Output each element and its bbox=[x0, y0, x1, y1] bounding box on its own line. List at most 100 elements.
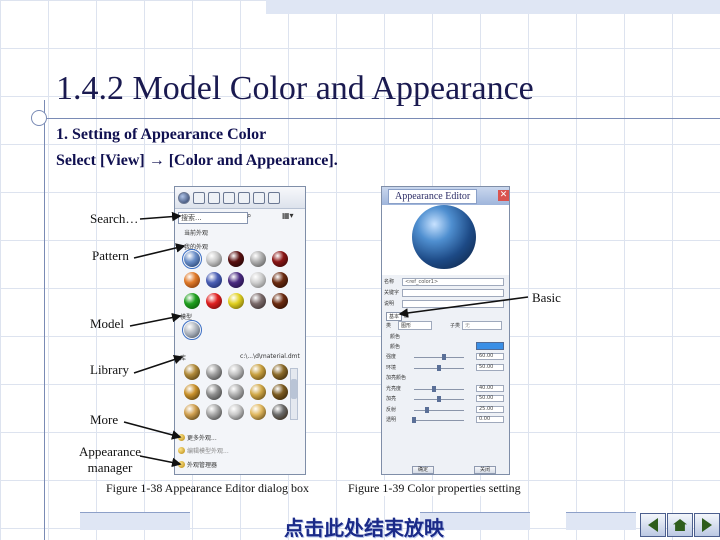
library-swatch[interactable] bbox=[206, 364, 222, 380]
color-section-label: 颜色 bbox=[390, 334, 401, 340]
appearance-icon[interactable] bbox=[268, 191, 280, 204]
library-swatch[interactable] bbox=[272, 364, 288, 380]
property-slider-row: 透明 0.00 bbox=[386, 416, 506, 424]
close-button[interactable]: 关闭 bbox=[474, 466, 496, 474]
library-swatch[interactable] bbox=[250, 404, 266, 420]
home-button[interactable] bbox=[667, 513, 693, 537]
view-icon[interactable] bbox=[238, 191, 250, 204]
appearance-swatch[interactable] bbox=[182, 249, 202, 269]
library-swatch[interactable] bbox=[272, 404, 288, 420]
class-dropdown[interactable]: 图形 bbox=[398, 321, 432, 330]
property-slider-track[interactable] bbox=[414, 420, 464, 421]
manager-icon bbox=[178, 461, 185, 468]
tab-basic[interactable]: 基本 bbox=[386, 312, 403, 321]
library-swatch[interactable] bbox=[206, 384, 222, 400]
property-slider-track[interactable] bbox=[414, 388, 464, 390]
appearance-swatch[interactable] bbox=[272, 251, 288, 267]
gallery-search-input[interactable]: 搜索... bbox=[178, 212, 248, 224]
options-icon[interactable]: ▦▾ bbox=[282, 211, 294, 220]
property-slider-track[interactable] bbox=[414, 357, 464, 358]
decor-vertical-line bbox=[44, 100, 45, 540]
property-slider-knob[interactable] bbox=[437, 396, 441, 402]
description-input[interactable] bbox=[402, 300, 504, 308]
library-swatch[interactable] bbox=[206, 404, 222, 420]
property-value-input[interactable]: 50.00 bbox=[476, 363, 504, 371]
property-value-input[interactable]: 0.00 bbox=[476, 416, 504, 423]
appearance-swatch[interactable] bbox=[184, 293, 200, 309]
property-slider-knob[interactable] bbox=[442, 354, 446, 360]
appearance-swatch[interactable] bbox=[250, 272, 266, 288]
zoom-out-icon[interactable] bbox=[208, 191, 220, 204]
caption-figure-1-38: Figure 1-38 Appearance Editor dialog box bbox=[106, 481, 309, 495]
edit-model-appearance-item[interactable]: 编辑模型外观... bbox=[178, 446, 229, 455]
property-value-input[interactable]: 50.00 bbox=[476, 395, 504, 402]
subclass-label: 子类 bbox=[450, 323, 461, 329]
library-swatch[interactable] bbox=[184, 384, 200, 400]
label-basic: Basic bbox=[532, 290, 561, 305]
subclass-dropdown[interactable]: 无 bbox=[462, 321, 502, 330]
zoom-in-icon[interactable] bbox=[193, 191, 205, 204]
property-slider-track[interactable] bbox=[414, 409, 464, 411]
library-file-dropdown[interactable]: c:\...\d\material.dmt bbox=[240, 353, 300, 360]
property-value-input[interactable]: 40.00 bbox=[476, 384, 504, 392]
model-sphere[interactable] bbox=[182, 320, 202, 340]
footer-decor-left bbox=[80, 512, 190, 530]
library-scrollbar[interactable] bbox=[290, 368, 298, 420]
label-appearance-manager-line1: Appearance bbox=[78, 444, 142, 459]
next-button[interactable] bbox=[694, 513, 720, 537]
property-slider-row: 反射 25.00 bbox=[386, 405, 506, 414]
ok-button[interactable]: 确定 bbox=[412, 466, 434, 474]
color-label: 颜色 bbox=[390, 344, 401, 350]
search-icon[interactable]: ⌕ bbox=[247, 211, 251, 221]
scope-dropdown[interactable]: 当前外观 bbox=[184, 228, 208, 237]
property-slider-knob[interactable] bbox=[432, 385, 436, 392]
appearance-swatch[interactable] bbox=[250, 251, 266, 267]
library-swatch[interactable] bbox=[184, 364, 200, 380]
appearance-swatch[interactable] bbox=[228, 251, 244, 267]
library-swatch[interactable] bbox=[184, 404, 200, 420]
property-slider-row: 加亮 50.00 bbox=[386, 395, 506, 403]
library-swatch[interactable] bbox=[272, 384, 288, 400]
property-slider-knob[interactable] bbox=[437, 364, 441, 371]
section-library: 库 bbox=[180, 355, 187, 362]
end-show-link[interactable]: 点击此处结束放映 bbox=[284, 512, 444, 540]
appearance-swatch[interactable] bbox=[272, 272, 288, 288]
property-slider-row: 环境 50.00 bbox=[386, 363, 506, 372]
close-icon[interactable]: ✕ bbox=[498, 190, 509, 201]
section-model: 模型 bbox=[180, 314, 193, 321]
library-swatch[interactable] bbox=[228, 404, 244, 420]
appearance-swatch[interactable] bbox=[184, 272, 200, 288]
keyword-input[interactable] bbox=[402, 289, 504, 297]
property-value-input[interactable]: 25.00 bbox=[476, 405, 504, 413]
appearance-swatch[interactable] bbox=[206, 272, 222, 288]
appearance-swatch[interactable] bbox=[272, 293, 288, 309]
property-slider-label: 加亮 bbox=[386, 396, 397, 402]
prev-button[interactable] bbox=[640, 513, 666, 537]
layer-icon[interactable] bbox=[253, 191, 265, 204]
appearance-manager-item[interactable]: 外观管理器 bbox=[178, 460, 217, 469]
property-slider-knob[interactable] bbox=[412, 417, 416, 423]
library-swatch[interactable] bbox=[228, 364, 244, 380]
name-field-row: 名称 <ref_color1> bbox=[384, 278, 507, 287]
library-swatch[interactable] bbox=[228, 384, 244, 400]
repaint-icon[interactable] bbox=[223, 191, 235, 204]
appearance-swatch[interactable] bbox=[250, 293, 266, 309]
property-value-input[interactable]: 60.00 bbox=[476, 353, 504, 360]
property-slider-label: 光亮度 bbox=[386, 385, 402, 392]
library-swatch[interactable] bbox=[250, 364, 266, 380]
edit-icon bbox=[178, 447, 185, 454]
appearance-swatch[interactable] bbox=[228, 272, 244, 288]
tab-map[interactable]: 图 bbox=[404, 312, 409, 319]
title-rule-circle bbox=[31, 110, 47, 126]
name-input[interactable]: <ref_color1> bbox=[402, 278, 504, 286]
editor-title-bar: Appearance Editor ✕ bbox=[382, 187, 509, 205]
library-swatch[interactable] bbox=[250, 384, 266, 400]
appearance-swatch[interactable] bbox=[206, 251, 222, 267]
color-swatch-button[interactable] bbox=[476, 342, 504, 350]
scroll-thumb[interactable] bbox=[291, 379, 297, 399]
more-appearances-item[interactable]: 更多外观... bbox=[178, 433, 217, 442]
appearance-swatch[interactable] bbox=[206, 293, 222, 309]
property-slider-knob[interactable] bbox=[424, 406, 429, 413]
sphere-icon[interactable] bbox=[178, 191, 190, 204]
appearance-swatch[interactable] bbox=[228, 293, 244, 309]
